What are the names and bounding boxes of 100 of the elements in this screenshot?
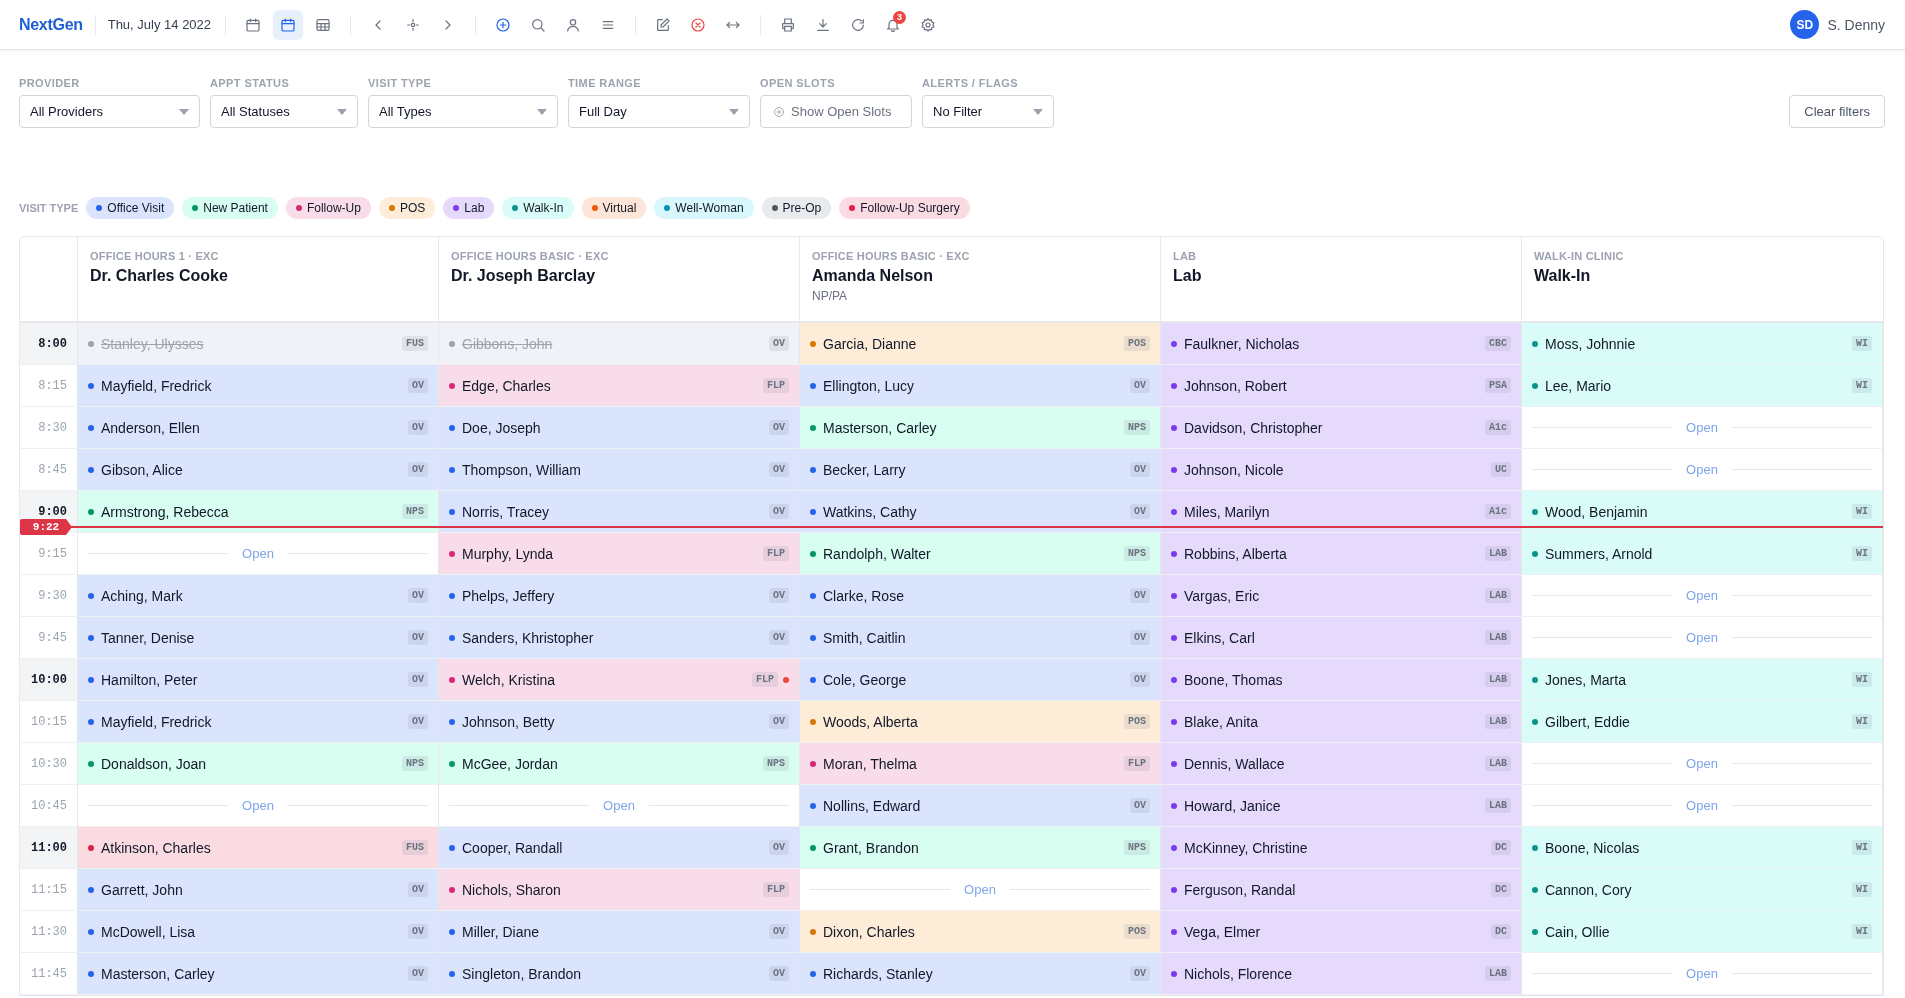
appointment[interactable]: Edge, Charles FLP [439,365,800,407]
crosshair-icon [405,16,422,33]
filter-dropdown[interactable]: No Filter [922,95,1054,128]
user-avatar[interactable]: SD [1790,10,1820,39]
appointment[interactable]: Randolph, Walter NPS [800,533,1161,575]
appointment[interactable]: Boone, Nicolas WI [1522,827,1883,869]
appointment[interactable]: Masterson, Carley NPS [800,407,1161,449]
appointment[interactable]: Clarke, Rose OV [800,575,1161,617]
patient-name: Phelps, Jeffery [462,587,556,604]
appointment[interactable]: Garcia, Dianne POS [800,323,1161,365]
appointment[interactable]: Vega, Elmer DC [1161,911,1522,953]
patient-name: Ellington, Lucy [823,377,916,394]
appointment[interactable]: Mayfield, Fredrick OV [78,701,439,743]
patient-name: Mayfield, Fredrick [101,713,213,730]
appointment[interactable]: Armstrong, Rebecca NPS [78,491,439,533]
filter-dropdown[interactable]: Full Day [568,95,750,128]
patient-name: Cole, George [823,671,908,688]
visit-code: LAB [1485,546,1511,561]
appointment[interactable]: Ellington, Lucy OV [800,365,1161,407]
appointment[interactable]: Faulkner, Nicholas CBC [1161,323,1522,365]
appointment[interactable]: Cannon, Cory WI [1522,869,1883,911]
appointment[interactable]: Moss, Johnnie WI [1522,323,1883,365]
patient-name: Wood, Benjamin [1545,503,1649,520]
visit-type-tag: Virtual [581,197,647,219]
appointment[interactable]: Thompson, William OV [439,449,800,491]
appointment[interactable]: Nollins, Edward OV [800,785,1161,827]
filter-dropdown[interactable]: All Types [368,95,558,128]
toolbar-button[interactable]: 3 [878,9,909,40]
appointment[interactable]: Johnson, Robert PSA [1161,365,1522,407]
visit-code: OV [769,924,789,939]
appointment[interactable]: Woods, Alberta POS [800,701,1161,743]
appointment[interactable]: Cain, Ollie WI [1522,911,1883,953]
visit-code: A1c [1485,420,1511,435]
filter-dropdown[interactable]: All Statuses [210,95,358,128]
appointment[interactable]: Johnson, Betty OV [439,701,800,743]
caret-icon [537,108,547,115]
appointment[interactable]: Vargas, Eric LAB [1161,575,1522,617]
appointment[interactable]: Ferguson, Randal DC [1161,869,1522,911]
appointment[interactable]: Richards, Stanley OV [800,953,1161,995]
appointment[interactable]: Atkinson, Charles FUS [78,827,439,869]
appointment[interactable]: Nichols, Florence LAB [1161,953,1522,995]
appointment[interactable]: Elkins, Carl LAB [1161,617,1522,659]
appointment[interactable]: Dixon, Charles POS [800,911,1161,953]
appointment[interactable]: Aching, Mark OV [78,575,439,617]
appointment[interactable]: Nichols, Sharon FLP [439,869,800,911]
appointment[interactable]: Gibson, Alice OV [78,449,439,491]
appointment[interactable]: Tanner, Denise OV [78,617,439,659]
appointment[interactable]: Boone, Thomas LAB [1161,659,1522,701]
appointment[interactable]: Miller, Diane OV [439,911,800,953]
appointment[interactable]: Blake, Anita LAB [1161,701,1522,743]
appointment[interactable]: Donaldson, Joan NPS [78,743,439,785]
visit-code: LAB [1485,672,1511,687]
appointment[interactable]: Robbins, Alberta LAB [1161,533,1522,575]
appointment[interactable]: Masterson, Carley OV [78,953,439,995]
appointment[interactable]: Phelps, Jeffery OV [439,575,800,617]
appointment[interactable]: Johnson, Nicole UC [1161,449,1522,491]
toolbar-button[interactable] [273,9,304,40]
appointment[interactable]: Watkins, Cathy OV [800,491,1161,533]
appointment[interactable]: Lee, Mario WI [1522,365,1883,407]
appointment[interactable]: Sanders, Khristopher OV [439,617,800,659]
appointment[interactable]: Cole, George OV [800,659,1161,701]
appointment[interactable]: Hamilton, Peter OV [78,659,439,701]
appointment[interactable]: Welch, Kristina FLP [439,659,800,701]
appointment[interactable]: Moran, Thelma FLP [800,743,1161,785]
appointment[interactable]: Gibbons, John OV [439,323,800,365]
download-icon [815,16,832,33]
appointment[interactable]: McGee, Jordan NPS [439,743,800,785]
appointment[interactable]: Davidson, Christopher A1c [1161,407,1522,449]
appointment[interactable]: Wood, Benjamin WI [1522,491,1883,533]
appointment[interactable]: Murphy, Lynda FLP [439,533,800,575]
visit-code: FLP [763,882,789,897]
appointment[interactable]: McDowell, Lisa OV [78,911,439,953]
appointment[interactable]: Summers, Arnold WI [1522,533,1883,575]
patient-name: Grant, Brandon [823,839,920,856]
appointment[interactable]: Jones, Marta WI [1522,659,1883,701]
appointment[interactable]: Stanley, Ulysses FUS [78,323,439,365]
appointment[interactable]: Becker, Larry OV [800,449,1161,491]
appointment[interactable]: Mayfield, Fredrick OV [78,365,439,407]
appointment[interactable]: Norris, Tracey OV [439,491,800,533]
appointment[interactable]: Singleton, Brandon OV [439,953,800,995]
appointment[interactable]: McKinney, Christine DC [1161,827,1522,869]
appointment[interactable]: Anderson, Ellen OV [78,407,439,449]
clear-filters-button[interactable]: Clear filters [1789,95,1885,128]
patient-name: Stanley, Ulysses [101,335,205,352]
appointment[interactable]: Grant, Brandon NPS [800,827,1161,869]
patient-name: Johnson, Robert [1184,377,1288,394]
appointment[interactable]: Doe, Joseph OV [439,407,800,449]
appointment[interactable]: Dennis, Wallace LAB [1161,743,1522,785]
user-name[interactable]: S. Denny [1827,16,1885,33]
patient-name: Edge, Charles [462,377,552,394]
appointment[interactable]: Garrett, John OV [78,869,439,911]
patient-name: Norris, Tracey [462,503,551,520]
plus-circle-icon [495,16,512,33]
show-open-slots-button[interactable]: Show Open Slots [760,95,912,128]
appointment[interactable]: Cooper, Randall OV [439,827,800,869]
filter-dropdown[interactable]: All Providers [19,95,200,128]
appointment[interactable]: Smith, Caitlin OV [800,617,1161,659]
appointment[interactable]: Miles, Marilyn A1c [1161,491,1522,533]
appointment[interactable]: Gilbert, Eddie WI [1522,701,1883,743]
appointment[interactable]: Howard, Janice LAB [1161,785,1522,827]
